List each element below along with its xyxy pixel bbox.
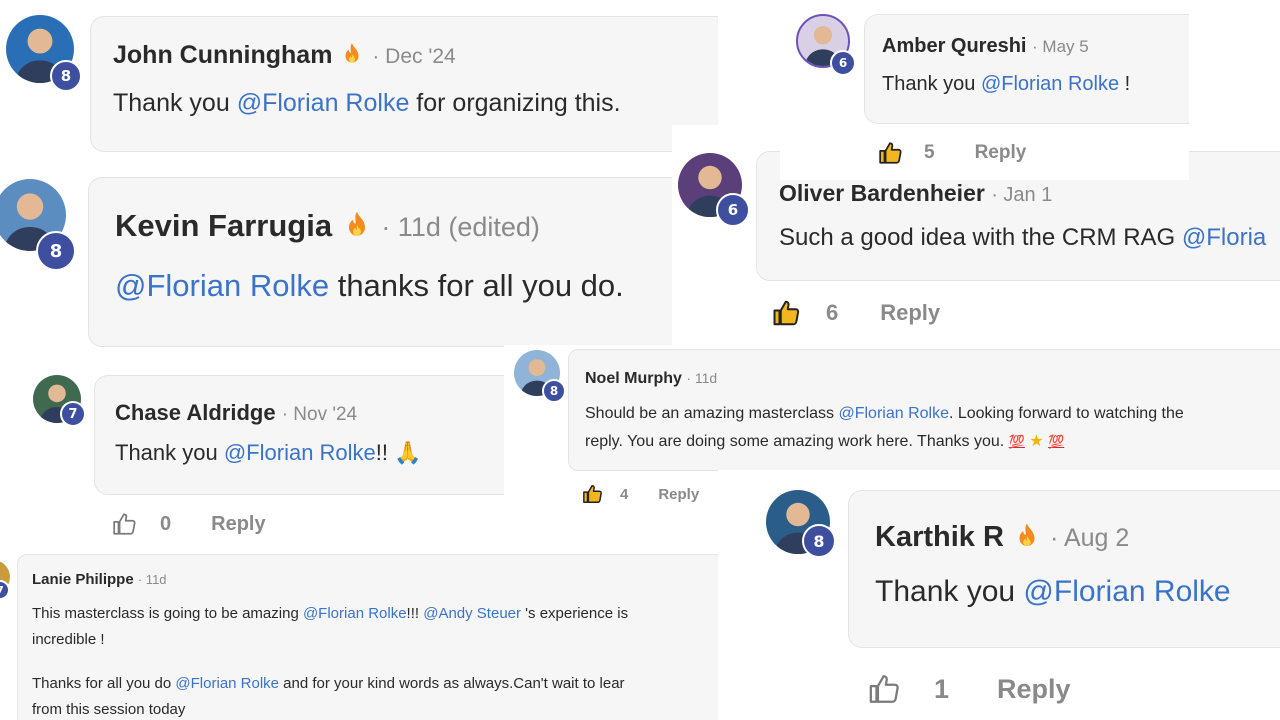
timestamp: · 11d (686, 370, 718, 386)
thumb-up-icon[interactable] (112, 511, 138, 537)
like-count: 4 (620, 485, 629, 503)
comment-karthik: 8 Karthik R · Aug 2 Thank you @Florian R… (718, 470, 1280, 720)
comment-bubble: Noel Murphy · 11d Should be an amazing m… (568, 349, 1280, 471)
comment-text: Thank you (115, 440, 224, 465)
level-badge: 8 (542, 379, 566, 403)
comment-text: . Looking forward to watching the (948, 405, 1184, 422)
level-badge: 8 (36, 231, 76, 271)
mention-link[interactable]: @Florian Rolke (303, 605, 407, 622)
comment-text: Thank you (875, 575, 1024, 608)
mention-link[interactable]: @Andy Steuer (423, 605, 521, 622)
timestamp: · Jan 1 (991, 184, 1053, 206)
author-name[interactable]: Karthik R (875, 521, 1004, 553)
mention-link[interactable]: @Florian Rolke (838, 405, 949, 422)
author-name[interactable]: Chase Aldridge (115, 400, 276, 425)
reply-button[interactable]: Reply (211, 513, 265, 536)
comment-bubble: Karthik R · Aug 2 Thank you @Florian Rol… (848, 490, 1280, 648)
thumb-up-icon[interactable] (582, 483, 604, 505)
comment-text: incredible ! (32, 631, 105, 648)
comment-text: Thank you (113, 89, 237, 117)
comment-bubble: John Cunningham · Dec '24 Thank you @Flo… (90, 16, 718, 152)
level-badge: 8 (802, 524, 836, 558)
mention-link[interactable]: @Florian Rolke (175, 675, 279, 692)
fire-icon (339, 41, 365, 67)
mention-link[interactable]: @Florian Rolke (237, 89, 410, 117)
author-name[interactable]: Kevin Farrugia (115, 208, 332, 243)
reply-button[interactable]: Reply (880, 300, 940, 326)
thumb-up-icon[interactable] (878, 140, 904, 166)
mention-link[interactable]: @Florian Rolke (224, 440, 376, 465)
reply-button[interactable]: Reply (975, 142, 1027, 164)
mention-link[interactable]: @Floria (1182, 224, 1266, 251)
comment-text: Thanks for all you do (32, 675, 176, 692)
reply-button[interactable]: Reply (658, 486, 699, 503)
comment-john: 8 John Cunningham · Dec '24 Thank you @F… (0, 0, 718, 165)
comment-bubble: Amber Qureshi · May 5 Thank you @Florian… (864, 14, 1189, 124)
thumb-up-icon[interactable] (868, 672, 902, 706)
mention-link[interactable]: @Florian Rolke (981, 73, 1119, 95)
comment-text: for organizing this. (409, 89, 621, 117)
hundred-icon: 💯 (1048, 434, 1065, 449)
author-name[interactable]: Noel Murphy (585, 370, 682, 387)
fire-icon (341, 209, 373, 241)
like-count: 1 (934, 673, 950, 704)
thumb-up-icon[interactable] (772, 298, 802, 328)
comment-bubble: Chase Aldridge · Nov '24 Thank you @Flor… (94, 375, 504, 495)
comment-kevin: 8 Kevin Farrugia · 11d (edited) @Florian… (0, 165, 672, 355)
comment-lanie: 7 Lanie Philippe · 11d This masterclass … (0, 550, 718, 720)
comment-amber: 6 Amber Qureshi · May 5 Thank you @Flori… (780, 0, 1189, 180)
timestamp: · 11d (137, 572, 167, 587)
comment-text: ! (1119, 73, 1131, 95)
timestamp: · Nov '24 (281, 404, 358, 425)
hundred-icon: 💯 (1008, 434, 1025, 449)
comment-text: Such a good idea with the CRM RAG (779, 224, 1182, 251)
like-count: 0 (160, 512, 172, 535)
comment-bubble: Lanie Philippe · 11d This masterclass is… (17, 554, 718, 720)
comment-text: reply. You are doing some amazing work h… (585, 433, 1005, 450)
star-icon: ★ (1029, 433, 1044, 450)
level-badge: 7 (60, 401, 86, 427)
fire-icon (1012, 521, 1042, 551)
reply-button[interactable]: Reply (997, 674, 1071, 705)
comment-text: and for your kind words as always.Can't … (279, 675, 625, 692)
author-name[interactable]: Lanie Philippe (32, 571, 134, 588)
timestamp: · May 5 (1032, 37, 1089, 56)
level-badge: 8 (50, 60, 82, 92)
comment-text: Should be an amazing masterclass (585, 405, 839, 422)
comment-chase: 7 Chase Aldridge · Nov '24 Thank you @Fl… (0, 355, 504, 550)
comment-text: from this session today (32, 701, 186, 718)
comment-text: thanks for all you do. (329, 268, 624, 303)
comment-text: 's experience is (521, 605, 629, 622)
timestamp: · Aug 2 (1050, 524, 1130, 552)
author-name[interactable]: Oliver Bardenheier (779, 180, 985, 206)
comment-text: This masterclass is going to be amazing (32, 605, 303, 622)
pray-icon: 🙏 (394, 440, 422, 465)
comment-text: Thank you (882, 73, 981, 95)
level-badge: 6 (830, 50, 856, 76)
like-count: 6 (826, 300, 839, 325)
mention-link[interactable]: @Florian Rolke (115, 268, 329, 303)
timestamp: · Dec '24 (372, 45, 456, 68)
mention-link[interactable]: @Florian Rolke (1023, 575, 1230, 608)
like-count: 5 (924, 142, 935, 163)
author-name[interactable]: John Cunningham (113, 41, 332, 69)
timestamp: · 11d (edited) (381, 212, 540, 242)
comment-bubble: Kevin Farrugia · 11d (edited) @Florian R… (88, 177, 672, 347)
comment-text: !!! (406, 605, 424, 622)
comment-text: !! (375, 440, 389, 465)
author-name[interactable]: Amber Qureshi (882, 35, 1026, 57)
level-badge: 6 (716, 193, 750, 227)
